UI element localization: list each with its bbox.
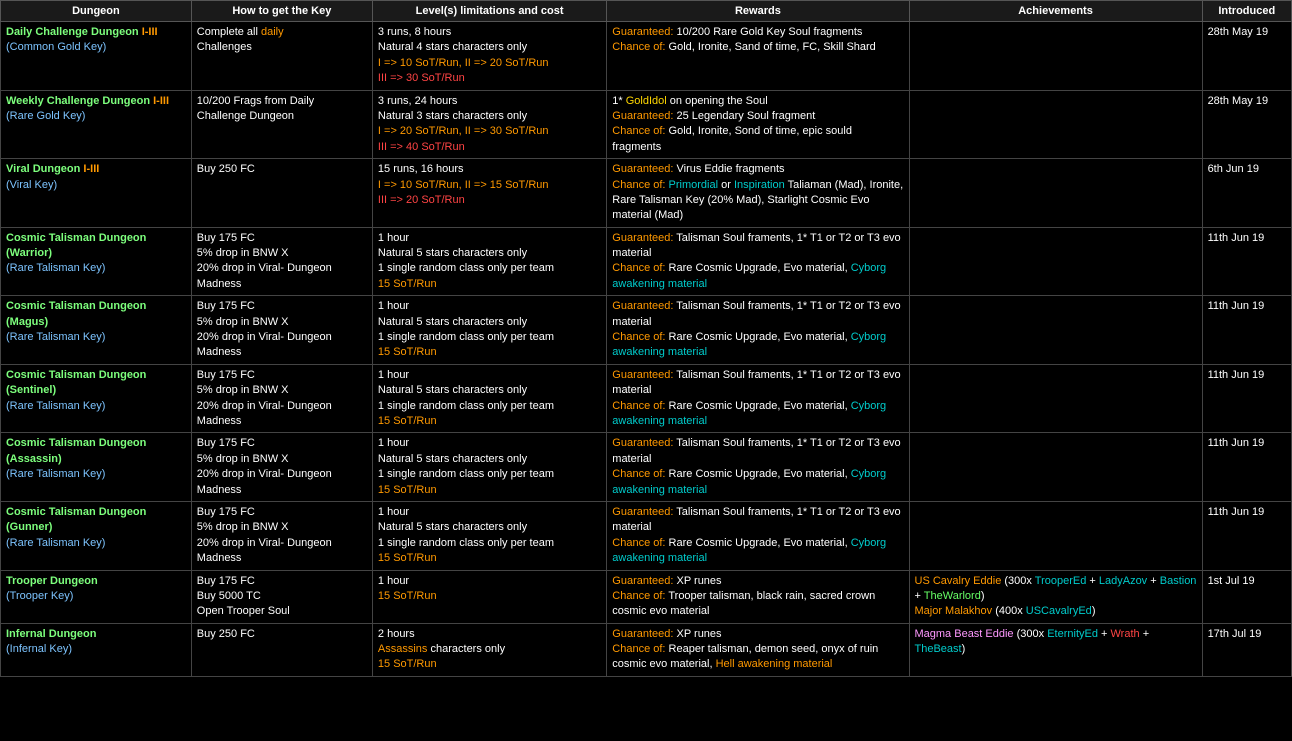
key-cell: Buy 175 FC 5% drop in BNW X 20% drop in … (191, 433, 372, 502)
dungeon-name: Viral Dungeon I-III (6, 163, 99, 175)
levels-cell: 3 runs, 8 hours Natural 4 stars characte… (372, 22, 606, 91)
introduced-cell: 1st Jul 19 (1202, 570, 1291, 623)
table-row: Weekly Challenge Dungeon I-III (Rare Gol… (1, 90, 1292, 159)
key-type: (Infernal Key) (6, 643, 72, 655)
key-cell: Buy 175 FC 5% drop in BNW X 20% drop in … (191, 227, 372, 296)
rewards-cell: Guaranteed: Talisman Soul framents, 1* T… (607, 501, 909, 570)
dungeon-name: Cosmic Talisman Dungeon (Magus) (6, 300, 146, 327)
rewards-cell: Guaranteed: XP runes Chance of: Reaper t… (607, 623, 909, 676)
dungeon-cell: Cosmic Talisman Dungeon (Warrior) (Rare … (1, 227, 192, 296)
key-cell: Buy 175 FC 5% drop in BNW X 20% drop in … (191, 296, 372, 365)
key-cell: Buy 250 FC (191, 623, 372, 676)
dungeon-name: Cosmic Talisman Dungeon (Sentinel) (6, 369, 146, 396)
rewards-cell: Guaranteed: 10/200 Rare Gold Key Soul fr… (607, 22, 909, 91)
table-row: Infernal Dungeon (Infernal Key) Buy 250 … (1, 623, 1292, 676)
dungeon-name: Cosmic Talisman Dungeon (Assassin) (6, 437, 146, 464)
levels-cell: 2 hours Assassins characters only 15 SoT… (372, 623, 606, 676)
achievements-cell (909, 227, 1202, 296)
introduced-cell: 28th May 19 (1202, 22, 1291, 91)
levels-cell: 1 hour Natural 5 stars characters only 1… (372, 227, 606, 296)
rewards-cell: Guaranteed: Talisman Soul framents, 1* T… (607, 296, 909, 365)
dungeon-table: Dungeon How to get the Key Level(s) limi… (0, 0, 1292, 677)
achievements-cell (909, 433, 1202, 502)
table-row: Cosmic Talisman Dungeon (Assassin) (Rare… (1, 433, 1292, 502)
dungeon-cell: Cosmic Talisman Dungeon (Gunner) (Rare T… (1, 501, 192, 570)
header-rewards: Rewards (607, 1, 909, 22)
key-cell: Buy 175 FC Buy 5000 TC Open Trooper Soul (191, 570, 372, 623)
header-achievements: Achievements (909, 1, 1202, 22)
dungeon-name: Cosmic Talisman Dungeon (Warrior) (6, 232, 146, 259)
dungeon-cell: Weekly Challenge Dungeon I-III (Rare Gol… (1, 90, 192, 159)
table-row: Daily Challenge Dungeon I-III (Common Go… (1, 22, 1292, 91)
levels-cell: 1 hour 15 SoT/Run (372, 570, 606, 623)
rewards-cell: Guaranteed: Talisman Soul framents, 1* T… (607, 227, 909, 296)
rewards-cell: Guaranteed: Talisman Soul framents, 1* T… (607, 433, 909, 502)
key-type: (Trooper Key) (6, 590, 73, 602)
table-row: Cosmic Talisman Dungeon (Gunner) (Rare T… (1, 501, 1292, 570)
table-row: Cosmic Talisman Dungeon (Warrior) (Rare … (1, 227, 1292, 296)
rewards-cell: Guaranteed: XP runes Chance of: Trooper … (607, 570, 909, 623)
introduced-cell: 28th May 19 (1202, 90, 1291, 159)
achievements-cell: Magma Beast Eddie (300x EternityEd + Wra… (909, 623, 1202, 676)
dungeon-cell: Infernal Dungeon (Infernal Key) (1, 623, 192, 676)
rewards-cell: 1* GoldIdol on opening the Soul Guarante… (607, 90, 909, 159)
key-type: (Rare Talisman Key) (6, 331, 105, 343)
dungeon-cell: Cosmic Talisman Dungeon (Sentinel) (Rare… (1, 364, 192, 433)
key-type: (Viral Key) (6, 179, 57, 191)
key-type: (Rare Talisman Key) (6, 468, 105, 480)
introduced-cell: 11th Jun 19 (1202, 501, 1291, 570)
header-key: How to get the Key (191, 1, 372, 22)
dungeon-cell: Daily Challenge Dungeon I-III (Common Go… (1, 22, 192, 91)
header-introduced: Introduced (1202, 1, 1291, 22)
introduced-cell: 11th Jun 19 (1202, 433, 1291, 502)
achievements-cell (909, 364, 1202, 433)
dungeon-cell: Trooper Dungeon (Trooper Key) (1, 570, 192, 623)
key-cell: 10/200 Frags from DailyChallenge Dungeon (191, 90, 372, 159)
table-row: Cosmic Talisman Dungeon (Sentinel) (Rare… (1, 364, 1292, 433)
key-cell: Buy 250 FC (191, 159, 372, 228)
introduced-cell: 17th Jul 19 (1202, 623, 1291, 676)
header-levels: Level(s) limitations and cost (372, 1, 606, 22)
levels-cell: 1 hour Natural 5 stars characters only 1… (372, 501, 606, 570)
achievements-cell (909, 159, 1202, 228)
achievements-cell (909, 296, 1202, 365)
levels-cell: 1 hour Natural 5 stars characters only 1… (372, 364, 606, 433)
dungeon-name: Cosmic Talisman Dungeon (Gunner) (6, 506, 146, 533)
table-row: Trooper Dungeon (Trooper Key) Buy 175 FC… (1, 570, 1292, 623)
dungeon-name: Trooper Dungeon (6, 575, 98, 587)
key-cell: Buy 175 FC 5% drop in BNW X 20% drop in … (191, 501, 372, 570)
key-type: (Rare Talisman Key) (6, 400, 105, 412)
introduced-cell: 6th Jun 19 (1202, 159, 1291, 228)
key-type: (Rare Talisman Key) (6, 537, 105, 549)
levels-cell: 3 runs, 24 hours Natural 3 stars charact… (372, 90, 606, 159)
dungeon-cell: Cosmic Talisman Dungeon (Magus) (Rare Ta… (1, 296, 192, 365)
dungeon-cell: Viral Dungeon I-III (Viral Key) (1, 159, 192, 228)
rewards-cell: Guaranteed: Talisman Soul framents, 1* T… (607, 364, 909, 433)
achievements-cell (909, 22, 1202, 91)
key-type: (Rare Gold Key) (6, 110, 85, 122)
key-type: (Common Gold Key) (6, 41, 106, 53)
introduced-cell: 11th Jun 19 (1202, 364, 1291, 433)
key-cell: Complete all dailyChallenges (191, 22, 372, 91)
achievements-cell (909, 90, 1202, 159)
key-cell: Buy 175 FC 5% drop in BNW X 20% drop in … (191, 364, 372, 433)
header-dungeon: Dungeon (1, 1, 192, 22)
rewards-cell: Guaranteed: Virus Eddie fragments Chance… (607, 159, 909, 228)
achievements-cell (909, 501, 1202, 570)
table-row: Viral Dungeon I-III (Viral Key) Buy 250 … (1, 159, 1292, 228)
levels-cell: 1 hour Natural 5 stars characters only 1… (372, 296, 606, 365)
table-row: Cosmic Talisman Dungeon (Magus) (Rare Ta… (1, 296, 1292, 365)
introduced-cell: 11th Jun 19 (1202, 296, 1291, 365)
dungeon-name: Daily Challenge Dungeon I-III (6, 26, 158, 38)
dungeon-name: Infernal Dungeon (6, 628, 96, 640)
introduced-cell: 11th Jun 19 (1202, 227, 1291, 296)
levels-cell: 1 hour Natural 5 stars characters only 1… (372, 433, 606, 502)
dungeon-name: Weekly Challenge Dungeon I-III (6, 95, 169, 107)
key-type: (Rare Talisman Key) (6, 262, 105, 274)
achievements-cell: US Cavalry Eddie (300x TrooperEd + LadyA… (909, 570, 1202, 623)
dungeon-cell: Cosmic Talisman Dungeon (Assassin) (Rare… (1, 433, 192, 502)
levels-cell: 15 runs, 16 hours I => 10 SoT/Run, II =>… (372, 159, 606, 228)
